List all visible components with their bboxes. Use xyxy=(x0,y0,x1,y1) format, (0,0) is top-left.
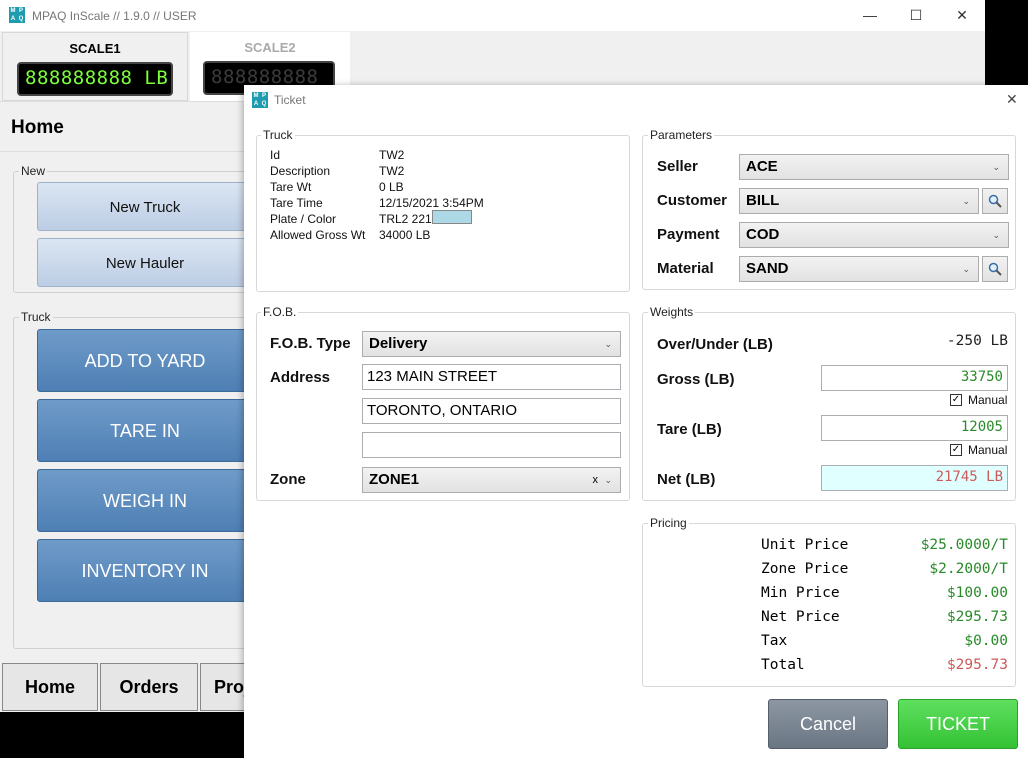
chevron-down-icon: ⌄ xyxy=(962,196,970,206)
seller-label: Seller xyxy=(657,158,698,175)
magnifier-icon xyxy=(988,262,1002,276)
zone-label: Zone xyxy=(270,471,306,488)
material-search-button[interactable] xyxy=(982,256,1008,282)
nav-home[interactable]: Home xyxy=(2,663,98,711)
net-value-field: 21745 LB xyxy=(821,465,1008,491)
fob-type-label: F.O.B. Type xyxy=(270,335,351,352)
gross-manual-checkbox[interactable]: ✓ xyxy=(950,394,962,406)
new-hauler-button[interactable]: New Hauler xyxy=(37,238,253,287)
close-icon[interactable]: ✕ xyxy=(939,0,985,31)
tax-value: $0.00 xyxy=(964,633,1008,649)
address-line1-input[interactable]: 123 MAIN STREET xyxy=(362,364,621,390)
tare-manual-checkbox[interactable]: ✓ xyxy=(950,444,962,456)
weigh-in-button[interactable]: WEIGH IN xyxy=(37,469,253,532)
zone-clear-icon[interactable]: x xyxy=(593,468,599,492)
over-under-value: -250 LB xyxy=(946,333,1008,349)
ticket-dialog: MP AQ Ticket ✕ Truck Id TW2 Description … xyxy=(244,85,1028,758)
ticket-button[interactable]: TICKET xyxy=(898,699,1018,749)
app-logo: MP AQ xyxy=(9,7,25,23)
net-price-label: Net Price xyxy=(761,609,840,625)
chevron-down-icon: ⌄ xyxy=(604,339,612,349)
plate-color-label: Plate / Color xyxy=(270,212,337,226)
tare-input[interactable]: 12005 xyxy=(821,415,1008,441)
gross-label: Gross (LB) xyxy=(657,371,735,388)
customer-label: Customer xyxy=(657,192,728,209)
scale1-tab[interactable]: SCALE1 888888888 LB xyxy=(2,32,188,101)
truck-info-legend: Truck xyxy=(261,128,295,142)
dialog-logo: MP AQ xyxy=(252,92,268,108)
tare-in-button[interactable]: TARE IN xyxy=(37,399,253,462)
address-line2-input[interactable]: TORONTO, ONTARIO xyxy=(362,398,621,424)
total-value: $295.73 xyxy=(946,657,1008,673)
minimize-icon[interactable]: — xyxy=(847,0,893,31)
truck-group-label: Truck xyxy=(19,310,53,324)
new-truck-button[interactable]: New Truck xyxy=(37,182,253,231)
inventory-in-button[interactable]: INVENTORY IN xyxy=(37,539,253,602)
weights-legend: Weights xyxy=(648,305,696,319)
main-titlebar: MP AQ MPAQ InScale // 1.9.0 // USER — ☐ … xyxy=(0,0,985,31)
cancel-button[interactable]: Cancel xyxy=(768,699,888,749)
over-under-label: Over/Under (LB) xyxy=(657,336,773,353)
address-line3-input[interactable] xyxy=(362,432,621,458)
chevron-down-icon: ⌄ xyxy=(962,264,970,274)
new-group-label: New xyxy=(19,164,48,178)
gross-manual-label: Manual xyxy=(968,393,1008,407)
app-title: MPAQ InScale // 1.9.0 // USER xyxy=(32,9,197,23)
parameters-legend: Parameters xyxy=(648,128,715,142)
min-price-value: $100.00 xyxy=(946,585,1008,601)
scale1-name: SCALE1 xyxy=(69,41,121,56)
unit-price-label: Unit Price xyxy=(761,537,849,553)
tare-label: Tare (LB) xyxy=(657,421,722,438)
tare-time-value: 12/15/2021 3:54PM xyxy=(379,196,484,210)
tare-manual-label: Manual xyxy=(968,443,1008,457)
nav-orders[interactable]: Orders xyxy=(100,663,198,711)
maximize-icon[interactable]: ☐ xyxy=(893,0,939,31)
allowed-gross-value: 34000 LB xyxy=(379,228,431,242)
customer-search-button[interactable] xyxy=(982,188,1008,214)
dialog-close-icon[interactable]: ✕ xyxy=(1006,91,1018,108)
tare-time-label: Tare Time xyxy=(270,196,323,210)
min-price-label: Min Price xyxy=(761,585,840,601)
payment-label: Payment xyxy=(657,226,720,243)
truck-id-value: TW2 xyxy=(379,148,405,162)
net-label: Net (LB) xyxy=(657,471,716,488)
tax-label: Tax xyxy=(761,633,788,649)
truck-description-label: Description xyxy=(270,164,331,178)
tare-wt-value: 0 LB xyxy=(379,180,404,194)
pricing-legend: Pricing xyxy=(648,516,689,530)
zone-price-value: $2.2000/T xyxy=(929,561,1008,577)
magnifier-icon xyxy=(988,194,1002,208)
scale2-name: SCALE2 xyxy=(244,40,296,55)
address-label: Address xyxy=(270,369,331,386)
chevron-down-icon: ⌄ xyxy=(604,475,612,485)
page-title: Home xyxy=(11,117,64,138)
chevron-down-icon: ⌄ xyxy=(992,162,1000,172)
truck-id-label: Id xyxy=(270,148,281,162)
plate-color-swatch xyxy=(432,210,472,224)
customer-select[interactable]: BILL ⌄ xyxy=(739,188,979,214)
dialog-title: Ticket xyxy=(274,93,306,107)
add-to-yard-button[interactable]: ADD TO YARD xyxy=(37,329,253,392)
material-select[interactable]: SAND ⌄ xyxy=(739,256,979,282)
scale1-display: 888888888 LB xyxy=(17,62,173,96)
chevron-down-icon: ⌄ xyxy=(992,230,1000,240)
gross-input[interactable]: 33750 xyxy=(821,365,1008,391)
plate-value: TRL2 221 xyxy=(379,212,432,226)
truck-description-value: TW2 xyxy=(379,164,405,178)
allowed-gross-label: Allowed Gross Wt xyxy=(270,228,366,242)
zone-select[interactable]: ZONE1 x ⌄ xyxy=(362,467,621,493)
tare-wt-label: Tare Wt xyxy=(270,180,312,194)
fob-legend: F.O.B. xyxy=(261,305,299,319)
fob-type-select[interactable]: Delivery ⌄ xyxy=(362,331,621,357)
total-label: Total xyxy=(761,657,805,673)
payment-select[interactable]: COD ⌄ xyxy=(739,222,1009,248)
net-price-value: $295.73 xyxy=(946,609,1008,625)
zone-price-label: Zone Price xyxy=(761,561,849,577)
unit-price-value: $25.0000/T xyxy=(920,537,1008,553)
material-label: Material xyxy=(657,260,714,277)
seller-select[interactable]: ACE ⌄ xyxy=(739,154,1009,180)
